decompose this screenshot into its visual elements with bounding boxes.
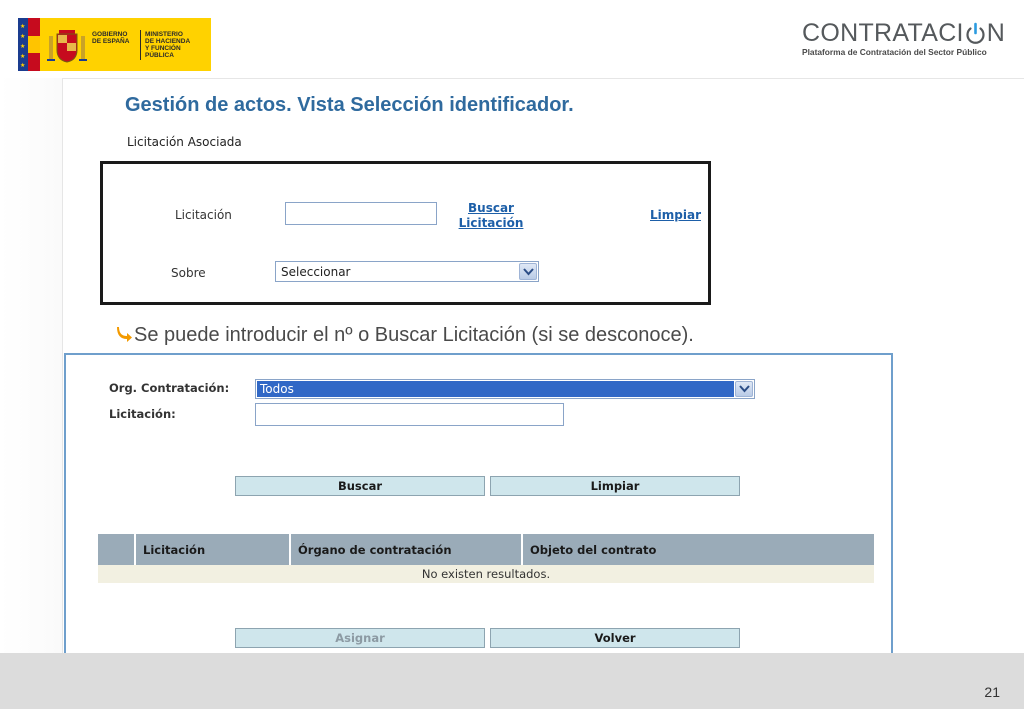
table-header-row: Licitación Órgano de contratación Objeto… [98, 534, 874, 565]
results-table: Licitación Órgano de contratación Objeto… [98, 534, 874, 583]
buscar-link-line2: Licitación [458, 216, 524, 230]
eu-flag-icon: ★ ★ ★ ★ ★ [18, 18, 28, 71]
sobre-select[interactable]: Seleccionar [275, 261, 539, 282]
licitacion-asociada-label: Licitación Asociada [127, 135, 242, 149]
left-margin [0, 78, 62, 653]
licitacion-label: Licitación [175, 208, 232, 222]
curved-arrow-icon [117, 327, 132, 342]
logo-divider [140, 30, 141, 60]
spain-flag-icon [28, 18, 40, 71]
government-logo: ★ ★ ★ ★ ★ GOBIERNO DE ESPAÑA MINISTERIO DE H… [18, 18, 211, 71]
government-label: GOBIERNO DE ESPAÑA [92, 31, 130, 45]
limpiar-link[interactable]: Limpiar [650, 208, 701, 222]
empty-results-message: No existen resultados. [98, 565, 874, 583]
licitacion-input[interactable] [285, 202, 437, 225]
org-contratacion-select[interactable]: Todos [255, 379, 755, 399]
sobre-label: Sobre [171, 266, 206, 280]
brand-title: CONTRATACI N [802, 19, 1006, 47]
column-header-objeto[interactable]: Objeto del contrato [522, 534, 874, 565]
buscar-licitacion-link[interactable]: Buscar Licitación [441, 201, 541, 231]
header-divider [62, 78, 1024, 79]
page-number: 21 [984, 684, 1000, 700]
table-row: No existen resultados. [98, 565, 874, 583]
instruction-bullet: Se puede introducir el nº o Buscar Licit… [116, 324, 694, 347]
ministry-label: MINISTERIO DE HACIENDA Y FUNCIÓN PÚBLICA [145, 31, 191, 59]
slide-footer: 21 [0, 653, 1024, 709]
sobre-selected-value: Seleccionar [281, 265, 351, 279]
buscar-licitacion-panel: Org. Contratación: Todos Licitación: Bus… [64, 353, 893, 661]
licitacion-search-input[interactable] [255, 403, 564, 426]
bullet-text: Se puede introducir el nº o Buscar Licit… [134, 324, 694, 346]
buscar-link-line1: Buscar [468, 201, 514, 215]
chevron-down-icon[interactable] [519, 263, 537, 280]
slide-title: Gestión de actos. Vista Selección identi… [125, 94, 574, 116]
licitacion-search-label: Licitación: [109, 407, 176, 421]
buscar-button[interactable]: Buscar [235, 476, 485, 496]
volver-button[interactable]: Volver [490, 628, 740, 648]
org-selected-value: Todos [257, 381, 734, 397]
column-header-organo[interactable]: Órgano de contratación [290, 534, 523, 565]
power-icon [966, 22, 985, 44]
limpiar-button[interactable]: Limpiar [490, 476, 740, 496]
left-divider [62, 78, 63, 653]
chevron-down-icon[interactable] [735, 381, 753, 397]
column-header-licitacion[interactable]: Licitación [135, 534, 291, 565]
brand-subtitle: Plataforma de Contratación del Sector Pú… [802, 47, 987, 57]
contratacion-logo: CONTRATACI N Plataforma de Contratación d… [802, 20, 1012, 57]
asignar-button[interactable]: Asignar [235, 628, 485, 648]
coat-of-arms-icon [47, 30, 87, 63]
licitacion-asociada-panel: Licitación Buscar Licitación Limpiar Sob… [100, 161, 711, 305]
org-contratacion-label: Org. Contratación: [109, 381, 230, 395]
column-header-select[interactable] [98, 534, 136, 565]
